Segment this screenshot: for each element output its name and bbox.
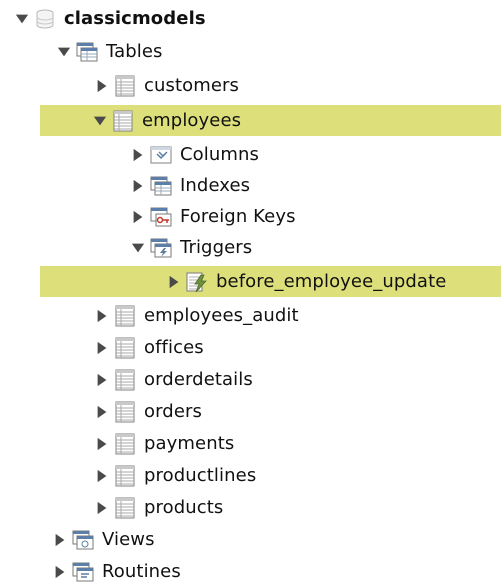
- database-icon: [34, 8, 56, 30]
- tree-node-label: payments: [144, 432, 235, 454]
- tree-node-label: employees: [142, 109, 242, 131]
- tree-node-table-payments[interactable]: payments: [94, 428, 234, 459]
- tree-node-label: Routines: [102, 560, 181, 582]
- expand-arrow-icon[interactable]: [14, 11, 30, 27]
- triggers-icon: [150, 237, 172, 259]
- table-group-icon: [76, 41, 98, 63]
- table-icon: [114, 305, 136, 327]
- tree-node-table-employees[interactable]: employees: [40, 105, 501, 136]
- foreign-keys-icon: [150, 206, 172, 228]
- tree-node-table-orderdetails[interactable]: orderdetails: [94, 364, 253, 395]
- collapse-arrow-icon[interactable]: [94, 500, 110, 516]
- collapse-arrow-icon[interactable]: [94, 308, 110, 324]
- collapse-arrow-icon[interactable]: [130, 147, 146, 163]
- tree-node-table-customers[interactable]: customers: [94, 70, 239, 101]
- tree-node-tables[interactable]: Tables: [56, 36, 163, 67]
- collapse-arrow-icon[interactable]: [94, 372, 110, 388]
- columns-icon: [150, 144, 172, 166]
- tree-node-label: productlines: [144, 464, 257, 486]
- table-icon: [114, 369, 136, 391]
- table-icon: [112, 110, 134, 132]
- tree-node-table-orders[interactable]: orders: [94, 396, 202, 427]
- collapse-arrow-icon[interactable]: [166, 274, 182, 290]
- table-icon: [114, 497, 136, 519]
- tree-node-table-employees-audit[interactable]: employees_audit: [94, 300, 299, 331]
- routines-icon: [72, 561, 94, 583]
- collapse-arrow-icon[interactable]: [130, 178, 146, 194]
- tree-node-views[interactable]: Views: [52, 524, 155, 555]
- tree-node-trigger-before-employee-update[interactable]: before_employee_update: [40, 266, 501, 297]
- trigger-icon: [186, 271, 208, 293]
- expand-arrow-icon[interactable]: [92, 113, 108, 129]
- table-icon: [114, 433, 136, 455]
- table-icon: [114, 337, 136, 359]
- tree-node-label: products: [144, 496, 224, 518]
- views-icon: [72, 529, 94, 551]
- collapse-arrow-icon[interactable]: [94, 468, 110, 484]
- tree-node-label: orders: [144, 400, 202, 422]
- tree-node-label: orderdetails: [144, 368, 253, 390]
- expand-arrow-icon[interactable]: [56, 44, 72, 60]
- tree-node-label: Indexes: [180, 174, 251, 196]
- collapse-arrow-icon[interactable]: [94, 340, 110, 356]
- tree-node-schema[interactable]: classicmodels: [14, 3, 206, 34]
- schema-name: classicmodels: [64, 7, 206, 29]
- tree-node-foreign-keys[interactable]: Foreign Keys: [130, 201, 296, 232]
- tree-node-table-offices[interactable]: offices: [94, 332, 204, 363]
- collapse-arrow-icon[interactable]: [130, 209, 146, 225]
- schema-navigator-tree: classicmodels Tables customers employees…: [0, 0, 501, 588]
- collapse-arrow-icon[interactable]: [94, 78, 110, 94]
- tree-node-routines[interactable]: Routines: [52, 556, 181, 587]
- tree-node-table-products[interactable]: products: [94, 492, 223, 523]
- tree-node-label: offices: [144, 336, 204, 358]
- tree-node-label: Views: [102, 528, 155, 550]
- collapse-arrow-icon[interactable]: [94, 404, 110, 420]
- table-icon: [114, 75, 136, 97]
- tree-node-label: customers: [144, 74, 240, 96]
- tree-node-indexes[interactable]: Indexes: [130, 170, 250, 201]
- expand-arrow-icon[interactable]: [130, 240, 146, 256]
- collapse-arrow-icon[interactable]: [94, 436, 110, 452]
- tree-node-triggers[interactable]: Triggers: [130, 232, 252, 263]
- tree-node-columns[interactable]: Columns: [130, 139, 259, 170]
- table-icon: [114, 401, 136, 423]
- tree-node-table-productlines[interactable]: productlines: [94, 460, 256, 491]
- tree-node-label: Triggers: [180, 236, 253, 258]
- collapse-arrow-icon[interactable]: [52, 532, 68, 548]
- tree-node-label: employees_audit: [144, 304, 299, 326]
- indexes-icon: [150, 175, 172, 197]
- table-icon: [114, 465, 136, 487]
- tree-node-label: before_employee_update: [216, 270, 447, 292]
- collapse-arrow-icon[interactable]: [52, 564, 68, 580]
- tree-node-label: Tables: [106, 40, 163, 62]
- tree-node-label: Foreign Keys: [180, 205, 296, 227]
- tree-node-label: Columns: [180, 143, 260, 165]
